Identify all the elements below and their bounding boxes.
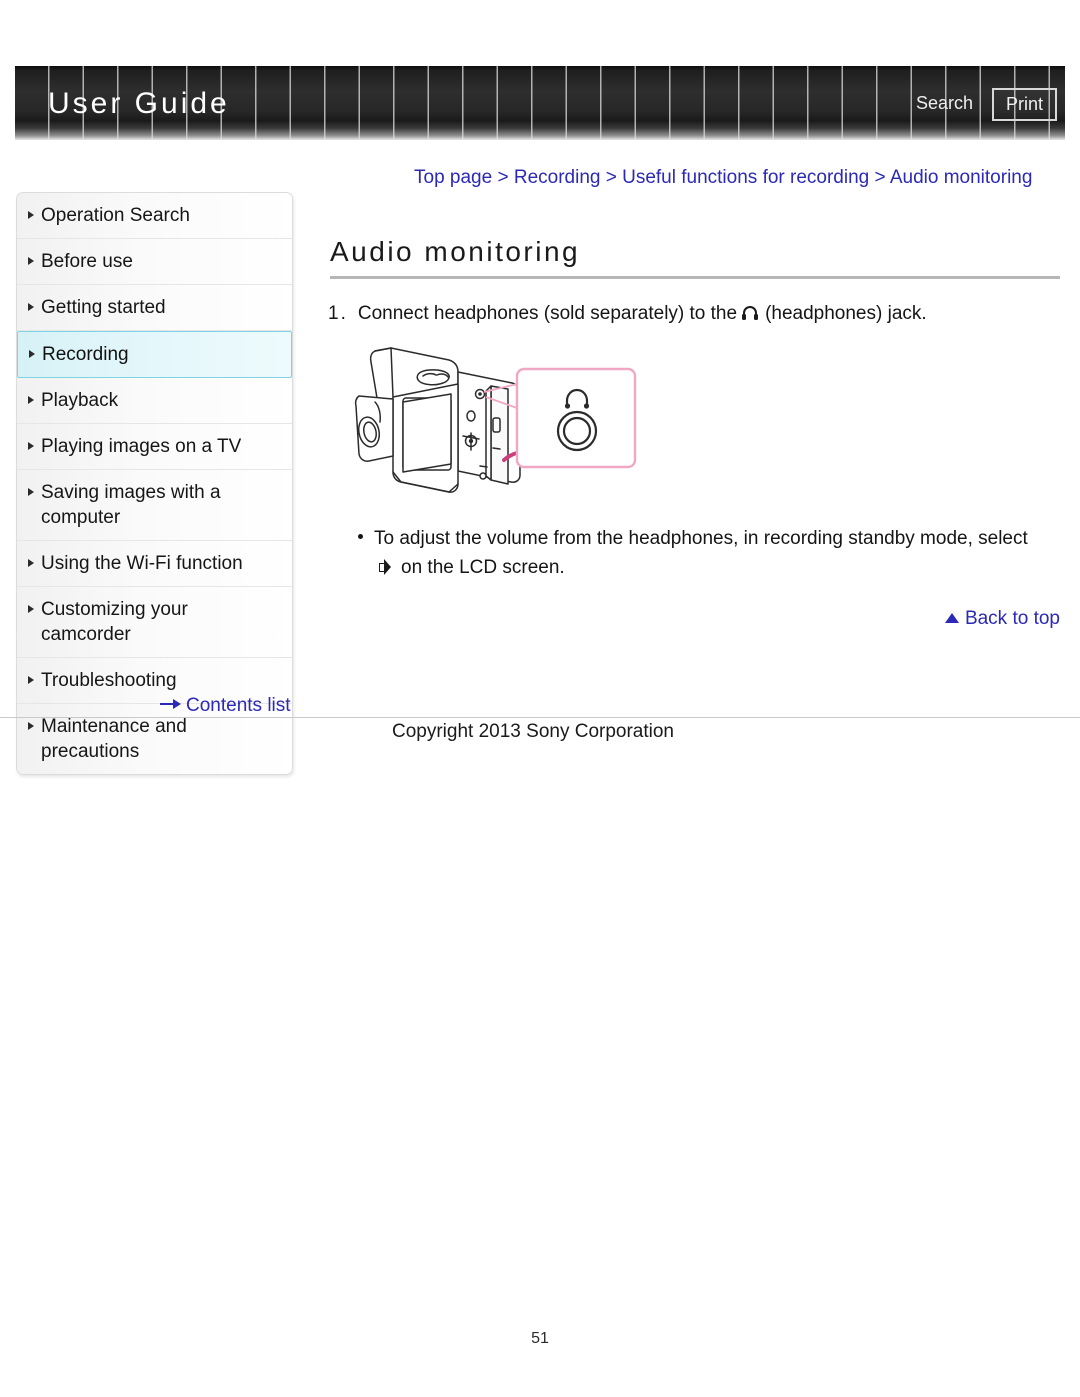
user-guide-page: User Guide Search Print Top page > Recor… (0, 0, 1080, 1397)
page-number: 51 (531, 1330, 549, 1347)
headphones-icon (741, 305, 759, 322)
print-button[interactable]: Print (991, 88, 1057, 121)
contents-list-link[interactable]: Contents list (160, 694, 291, 718)
sidebar-nav: Operation Search Before use Getting star… (16, 192, 293, 775)
sidebar-item-operation-search[interactable]: Operation Search (17, 193, 292, 239)
sidebar-item-using-the-wifi-function[interactable]: Using the Wi-Fi function (17, 541, 292, 587)
footer-divider (0, 717, 1080, 718)
breadcrumb-item-useful-functions[interactable]: Useful functions for recording (622, 167, 869, 188)
sidebar-item-label: Maintenance and precautions (41, 716, 187, 762)
sidebar-item-label: Recording (42, 344, 129, 365)
sidebar-item-label: Customizing your camcorder (41, 599, 188, 645)
sidebar-item-label: Saving images with a computer (41, 482, 221, 528)
sidebar-item-label: Operation Search (41, 205, 190, 226)
chevron-right-icon (28, 488, 34, 496)
step-1: 1. Connect headphones (sold separately) t… (328, 300, 1068, 328)
sidebar-item-label: Troubleshooting (41, 670, 177, 691)
breadcrumb-separator: > (600, 167, 623, 188)
step-number: 1. (328, 303, 348, 324)
sidebar-item-recording[interactable]: Recording (17, 331, 292, 378)
note-text-before-icon: To adjust the volume from the headphones… (374, 528, 1028, 549)
breadcrumb: Top page > Recording > Useful functions … (414, 165, 1074, 190)
contents-list-label: Contents list (186, 695, 291, 716)
chevron-right-icon (29, 350, 35, 358)
chevron-right-icon (28, 303, 34, 311)
sidebar-item-label: Before use (41, 251, 133, 272)
search-button[interactable]: Search (916, 91, 973, 115)
sidebar-item-label: Playback (41, 390, 119, 411)
breadcrumb-separator: > (869, 167, 890, 188)
breadcrumb-item-top-page[interactable]: Top page (414, 167, 492, 188)
step-text-before-icon: Connect headphones (sold separately) to … (357, 303, 738, 324)
chevron-right-icon (28, 211, 34, 219)
sidebar-item-before-use[interactable]: Before use (17, 239, 292, 285)
breadcrumb-item-recording[interactable]: Recording (514, 167, 601, 188)
site-header: User Guide Search Print (15, 66, 1065, 140)
article-heading: Audio monitoring (330, 236, 581, 267)
note-text-after-icon: on the LCD screen. (401, 557, 565, 578)
sidebar-item-getting-started[interactable]: Getting started (17, 285, 292, 331)
note-volume-adjust: To adjust the volume from the headphones… (358, 524, 1034, 582)
sidebar-item-customizing-your-camcorder[interactable]: Customizing your camcorder (17, 587, 292, 658)
back-to-top-label: Back to top (964, 608, 1060, 629)
chevron-right-icon (28, 722, 34, 730)
sidebar-item-label: Getting started (41, 297, 166, 318)
chevron-right-icon (28, 605, 34, 613)
camcorder-headphone-jack-illustration (345, 336, 675, 516)
sidebar-item-saving-images-with-a-computer[interactable]: Saving images with a computer (17, 470, 292, 541)
bullet-icon (358, 534, 363, 539)
arrow-right-icon (160, 698, 182, 710)
copyright-text: Copyright 2013 Sony Corporation (392, 721, 675, 742)
chevron-right-icon (28, 396, 34, 404)
chevron-right-icon (28, 442, 34, 450)
triangle-up-icon (944, 613, 959, 623)
sidebar-item-label: Using the Wi-Fi function (41, 553, 243, 574)
chevron-right-icon (28, 559, 34, 567)
heading-divider (330, 276, 1060, 279)
sidebar-item-playing-images-on-a-tv[interactable]: Playing images on a TV (17, 424, 292, 470)
page-title: User Guide (48, 87, 230, 120)
chevron-right-icon (28, 676, 34, 684)
breadcrumb-separator: > (492, 167, 514, 188)
sidebar-item-playback[interactable]: Playback (17, 378, 292, 424)
sidebar-item-label: Playing images on a TV (41, 436, 242, 457)
step-text-after-icon: (headphones) jack. (765, 303, 927, 324)
breadcrumb-item-audio-monitoring[interactable]: Audio monitoring (890, 167, 1033, 188)
chevron-right-icon (28, 257, 34, 265)
speaker-volume-icon (378, 559, 396, 576)
back-to-top-link[interactable]: Back to top (944, 606, 1060, 631)
